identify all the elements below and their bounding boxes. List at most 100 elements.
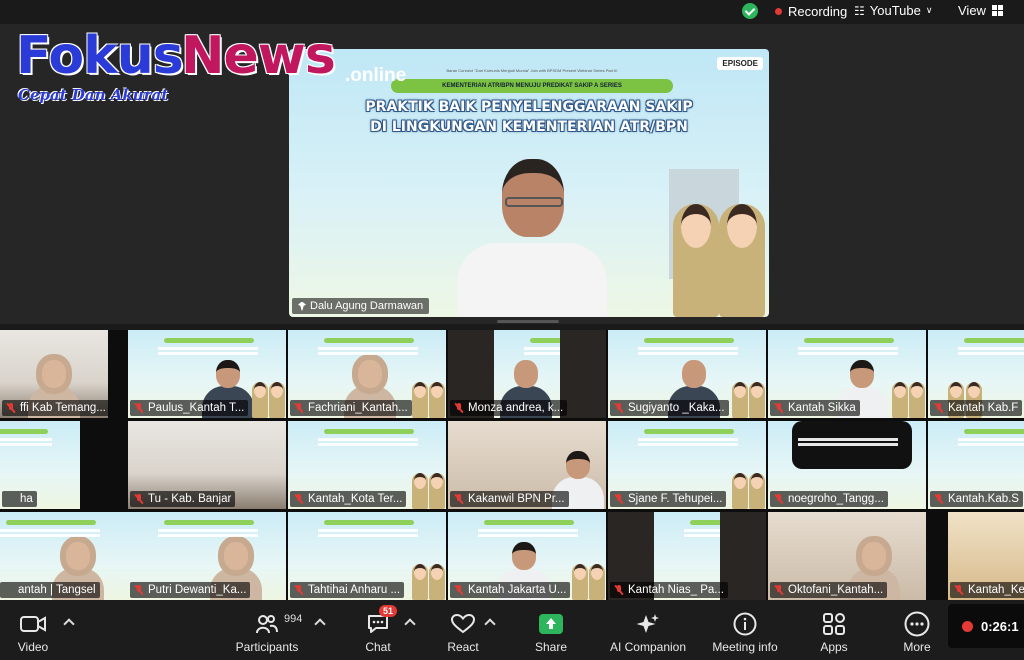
participant-name-label: Kantah.Kab.S (930, 491, 1023, 507)
video-camera-icon (20, 611, 46, 637)
participant-name-label: Paulus_Kantah T... (130, 400, 249, 416)
recording-indicator[interactable]: Recording (775, 4, 847, 19)
participant-tile[interactable]: Kantah Sikka (768, 330, 926, 418)
participant-tile[interactable]: Kakanwil BPN Pr... (448, 421, 606, 509)
participant-tile[interactable]: antah | Tangsel (0, 512, 128, 600)
participant-tile[interactable]: Oktofani_Kantah... (768, 512, 926, 600)
participant-tile[interactable]: Tu - Kab. Banjar (128, 421, 286, 509)
youtube-stream-menu[interactable]: ☷ YouTube ∨ (854, 3, 932, 18)
participant-name-label: antah | Tangsel (0, 582, 100, 598)
view-label: View (958, 3, 986, 18)
recording-dot-icon (962, 620, 973, 632)
participant-gallery: ffi Kab Temang... Paulus_Kantah T... Fac… (0, 330, 1024, 600)
participant-name-label: Monza andrea, k... (450, 400, 568, 416)
slide-small-banner: Baran Connect "Dari Komunis Menjadi Mumi… (446, 68, 618, 73)
react-label: React (447, 640, 479, 654)
participant-tile[interactable]: Kantah.Kab.S (928, 421, 1024, 509)
speaker-figure (457, 159, 607, 317)
participant-tile[interactable]: ha (0, 421, 80, 509)
participant-tile[interactable]: Kantah_Kebu (948, 512, 1024, 600)
participant-tile[interactable]: Kantah Kab.F (928, 330, 1024, 418)
cartoon-woman-illustration (673, 204, 719, 317)
participant-tile[interactable]: Kantah Jakarta U... (448, 512, 606, 600)
participant-tile[interactable]: Sjane F. Tehupei... (608, 421, 766, 509)
muted-mic-icon (454, 494, 464, 504)
muted-mic-icon (134, 585, 144, 595)
participant-tile[interactable]: Kantah Nias_ Pa... (608, 512, 766, 600)
meeting-info-label: Meeting info (712, 640, 778, 654)
muted-mic-icon (614, 494, 624, 504)
muted-mic-icon (6, 403, 16, 413)
participant-tile[interactable]: Monza andrea, k... (448, 330, 606, 418)
react-button[interactable]: React (444, 600, 482, 660)
ai-companion-button[interactable]: AI Companion (604, 600, 692, 660)
heart-icon (451, 611, 475, 637)
meeting-toolbar: Video 994 Participants 51 Chat React Sha… (0, 600, 1024, 660)
participants-options-chevron-icon[interactable] (314, 618, 326, 630)
ai-companion-label: AI Companion (609, 640, 687, 654)
participant-name-label: Kakanwil BPN Pr... (450, 491, 569, 507)
video-options-chevron-icon[interactable] (63, 618, 75, 630)
meeting-info-button[interactable]: Meeting info (704, 600, 786, 660)
participant-tile[interactable]: Sugiyanto _Kaka... (608, 330, 766, 418)
cartoon-man-illustration (719, 204, 765, 317)
participant-name-label: Sjane F. Tehupei... (610, 491, 727, 507)
apps-icon (822, 611, 846, 637)
share-button[interactable]: Share (530, 600, 572, 660)
muted-mic-icon (454, 403, 464, 413)
muted-mic-icon (954, 585, 964, 595)
more-dots-icon (904, 611, 930, 637)
participant-tile[interactable]: Fachriani_Kantah... (288, 330, 446, 418)
participant-name-label: Kantah Nias_ Pa... (610, 582, 728, 598)
muted-mic-icon (774, 585, 784, 595)
encryption-shield-icon[interactable] (742, 3, 758, 19)
muted-mic-icon (134, 494, 144, 504)
participant-name-label: Kantah_Kebu (950, 582, 1024, 598)
chat-button[interactable]: 51 Chat (360, 600, 398, 660)
fokus-news-logo: Fokus News .online Cepat Dan Akurat (16, 26, 406, 108)
participant-tile[interactable]: Putri Dewanti_Ka... (128, 512, 286, 600)
participants-button[interactable]: 994 Participants (232, 600, 303, 660)
participant-name-label: Tu - Kab. Banjar (130, 491, 236, 507)
chevron-down-icon: ∨ (925, 5, 933, 15)
speaker-name: Dalu Agung Darmawan (310, 300, 424, 312)
episode-badge: EPISODE (717, 57, 763, 70)
apps-button[interactable]: Apps (816, 600, 852, 660)
muted-mic-icon (614, 403, 624, 413)
muted-mic-icon (294, 403, 304, 413)
info-icon (733, 611, 757, 637)
logo-tagline: Cepat Dan Akurat (18, 86, 169, 104)
logo-suffix: .online (345, 65, 407, 86)
participant-count: 994 (284, 613, 303, 625)
participant-tile[interactable]: Tahtihai Anharu ... (288, 512, 446, 600)
participants-icon: 994 (256, 611, 302, 637)
participant-tile[interactable]: noegroho_Tangg... (768, 421, 926, 509)
recording-label: Recording (788, 4, 848, 19)
participant-name-label: noegroho_Tangg... (770, 491, 888, 507)
logo-word-news: News (181, 26, 336, 86)
muted-mic-icon (134, 403, 144, 413)
view-menu[interactable]: View (958, 3, 1003, 18)
participant-name-label: ffi Kab Temang... (2, 400, 108, 416)
participant-name-label: Putri Dewanti_Ka... (130, 582, 251, 598)
chat-options-chevron-icon[interactable] (404, 618, 416, 630)
recording-timer[interactable]: 0:26:1 (948, 604, 1024, 648)
participant-name-label: Kantah Sikka (770, 400, 860, 416)
participant-name-label: Sugiyanto _Kaka... (610, 400, 729, 416)
muted-mic-icon (294, 585, 304, 595)
participant-tile[interactable]: Paulus_Kantah T... (128, 330, 286, 418)
participant-tile[interactable]: ffi Kab Temang... (0, 330, 108, 418)
speaker-name-tag: Dalu Agung Darmawan (292, 298, 430, 314)
sparkle-icon (636, 611, 660, 637)
muted-mic-icon (774, 403, 784, 413)
slide-green-banner: KEMENTERIAN ATR/BPN MENUJU PREDIKAT SAKI… (391, 79, 673, 93)
participant-tile[interactable]: Kantah_Kota Ter... (288, 421, 446, 509)
video-button[interactable]: Video (14, 600, 52, 660)
chat-bubble-icon: 51 (367, 605, 398, 637)
more-button[interactable]: More (898, 600, 936, 660)
muted-mic-icon (454, 585, 464, 595)
timer-value: 0:26:1 (981, 618, 1019, 634)
react-options-chevron-icon[interactable] (484, 618, 496, 630)
participant-name-label: Oktofani_Kantah... (770, 582, 888, 598)
stage-resize-handle[interactable] (497, 320, 559, 323)
